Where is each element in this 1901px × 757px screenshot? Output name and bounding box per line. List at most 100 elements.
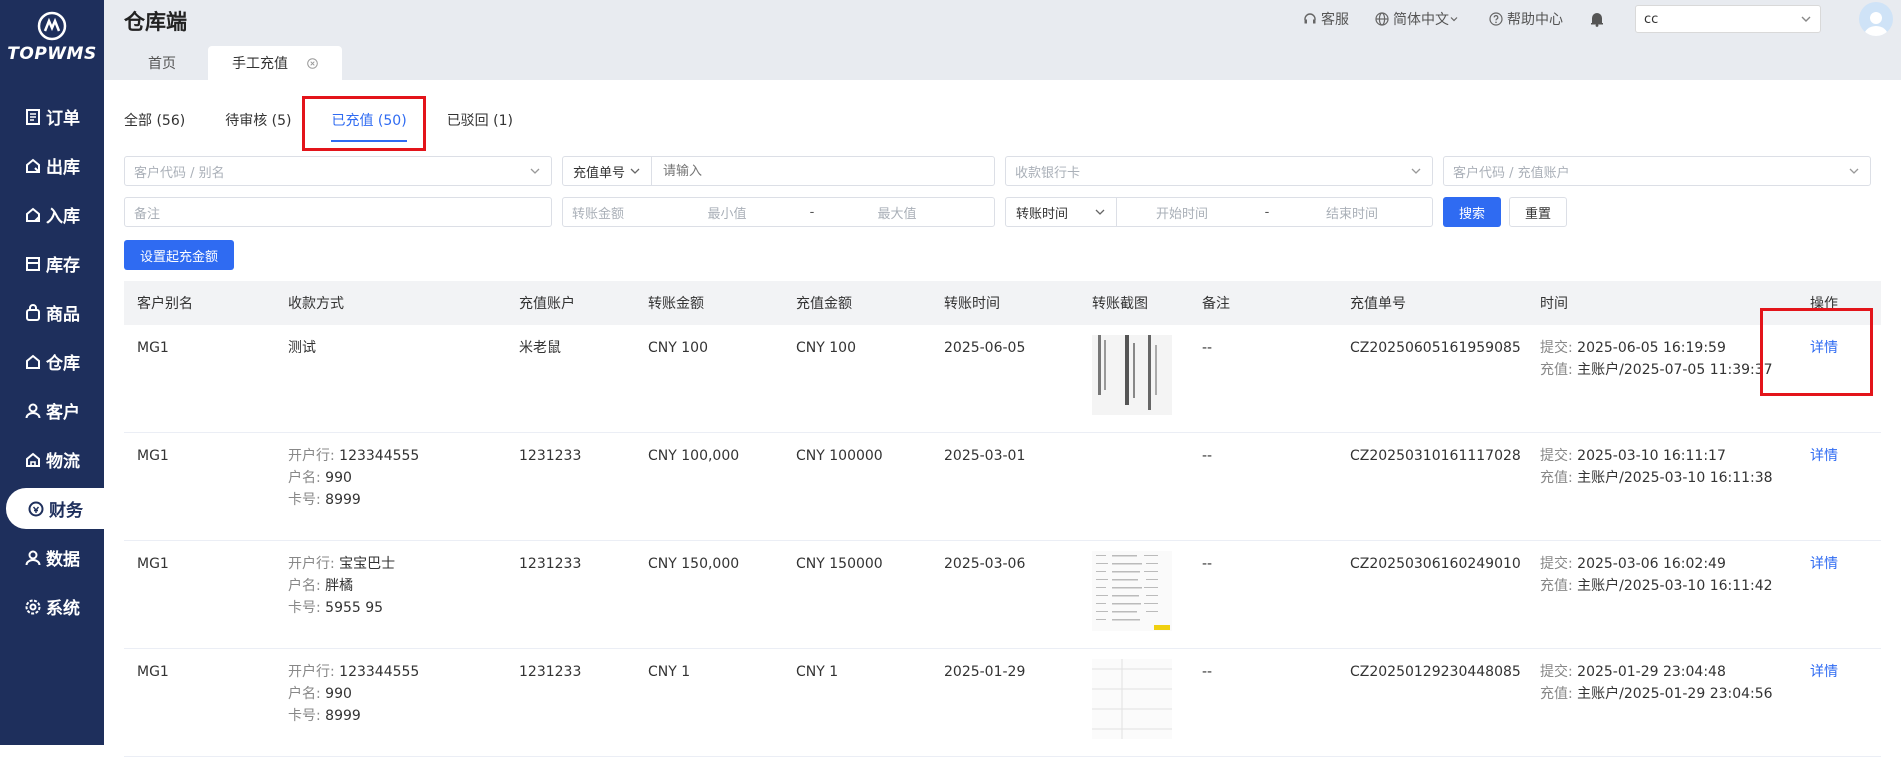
warehouse-select[interactable]: cc xyxy=(1635,5,1821,33)
card-label: 卡号: xyxy=(288,492,321,508)
cell-order-no: CZ20250605161959085 xyxy=(1350,340,1521,356)
start-date-input[interactable]: 开始时间 xyxy=(1117,203,1247,222)
col-order-no: 充值单号 xyxy=(1350,296,1406,312)
sidebar-item-logistics[interactable]: 物流 xyxy=(0,439,104,480)
globe-icon xyxy=(1375,12,1389,26)
sidebar-item-customers[interactable]: 客户 xyxy=(0,390,104,431)
transfer-screenshot-thumbnail[interactable] xyxy=(1092,335,1172,415)
tab-label: 手工充值 xyxy=(232,56,288,72)
sidebar-item-label: 系统 xyxy=(46,599,80,619)
chevron-down-icon xyxy=(1095,209,1105,215)
help-center-link[interactable]: 帮助中心 xyxy=(1489,9,1563,29)
cell-transfer-amount: CNY 150,000 xyxy=(648,556,740,572)
sidebar-item-label: 物流 xyxy=(46,452,80,472)
detail-link[interactable]: 详情 xyxy=(1810,553,1838,575)
customer-service-link[interactable]: 客服 xyxy=(1303,9,1349,29)
sidebar-item-label: 客户 xyxy=(46,403,80,423)
sidebar: TOPWMS 订单 出库 入库 库存 商品 仓库 客户 物流 财务 数据 系统 xyxy=(0,0,104,745)
sidebar-item-data[interactable]: 数据 xyxy=(0,537,104,578)
submit-label: 提交: xyxy=(1540,664,1573,680)
bank-card-select[interactable]: 收款银行卡 xyxy=(1005,156,1433,186)
holder-value: 990 xyxy=(325,470,352,486)
order-number-input[interactable] xyxy=(661,162,994,180)
end-date-input[interactable]: 结束时间 xyxy=(1287,203,1417,222)
amount-range-label: 转账金额 xyxy=(572,206,625,222)
recharge-label: 充值: xyxy=(1540,686,1573,702)
customer-service-label: 客服 xyxy=(1321,12,1349,28)
system-icon xyxy=(24,598,42,616)
header-tools: 客服 简体中文 帮助中心 cc xyxy=(1303,0,1901,38)
tab-all[interactable]: 全部 (56) xyxy=(124,110,185,142)
reset-button[interactable]: 重置 xyxy=(1509,197,1567,227)
main-content: 全部 (56) 待审核 (5) 已充值 (50) 已驳回 (1) 客户代码 / … xyxy=(104,80,1901,757)
close-icon[interactable] xyxy=(307,57,318,69)
cell-transfer-amount: CNY 100,000 xyxy=(648,448,740,464)
bank-value: 123344555 xyxy=(339,448,420,464)
col-recharge-amount: 充值金额 xyxy=(796,296,852,312)
card-value: 8999 xyxy=(325,708,361,724)
table-row: MG1 测试 米老鼠 CNY 100 CNY 100 2025-06-05 --… xyxy=(124,325,1881,433)
avatar[interactable] xyxy=(1859,2,1893,36)
tab-pending[interactable]: 待审核 (5) xyxy=(225,110,291,142)
cell-method: 开户行: 123344555 户名: 990 卡号: 8999 xyxy=(288,445,419,511)
customer-account-placeholder: 客户代码 / 充值账户 xyxy=(1453,165,1570,181)
col-screenshot: 转账截图 xyxy=(1092,296,1148,312)
notification-button[interactable] xyxy=(1589,11,1609,27)
top-header: 仓库端 客服 简体中文 帮助中心 cc 首页 手工充值 xyxy=(104,0,1901,80)
sidebar-item-warehouse[interactable]: 仓库 xyxy=(0,341,104,382)
tab-manual-recharge[interactable]: 手工充值 xyxy=(208,46,342,80)
cell-method: 开户行: 123344555 户名: 990 卡号: 8999 xyxy=(288,661,419,727)
search-button[interactable]: 搜索 xyxy=(1443,197,1501,227)
logo[interactable]: TOPWMS xyxy=(0,10,104,64)
cell-order-no: CZ20250310161117028 xyxy=(1350,448,1521,464)
cell-account: 1231233 xyxy=(519,556,582,572)
language-select[interactable]: 简体中文 xyxy=(1375,9,1463,29)
submit-time: 2025-03-06 16:02:49 xyxy=(1577,556,1726,572)
sidebar-item-system[interactable]: 系统 xyxy=(0,586,104,627)
order-type-select[interactable]: 充值单号 xyxy=(563,157,652,185)
recharge-time: 主账户/2025-01-29 23:04:56 xyxy=(1577,686,1773,702)
cell-method: 测试 xyxy=(288,340,316,356)
submit-time: 2025-06-05 16:19:59 xyxy=(1577,340,1726,356)
page-tabs: 首页 手工充值 xyxy=(124,46,350,80)
order-icon xyxy=(24,108,42,126)
customer-code-select[interactable]: 客户代码 / 别名 xyxy=(124,156,552,186)
sidebar-item-inbound[interactable]: 入库 xyxy=(0,194,104,235)
recharge-time: 主账户/2025-03-10 16:11:38 xyxy=(1577,470,1773,486)
cell-account: 1231233 xyxy=(519,664,582,680)
data-icon xyxy=(24,549,42,567)
cell-method: 开户行: 宝宝巴士 户名: 胖橘 卡号: 5955 95 xyxy=(288,553,395,619)
set-min-amount-button[interactable]: 设置起充金额 xyxy=(124,240,234,270)
bank-card-placeholder: 收款银行卡 xyxy=(1015,165,1081,181)
holder-label: 户名: xyxy=(288,470,321,486)
sidebar-item-products[interactable]: 商品 xyxy=(0,292,104,333)
sidebar-item-outbound[interactable]: 出库 xyxy=(0,145,104,186)
sidebar-item-inventory[interactable]: 库存 xyxy=(0,243,104,284)
time-type-select[interactable]: 转账时间 xyxy=(1006,198,1117,226)
remark-placeholder: 备注 xyxy=(134,206,161,222)
tab-label: 首页 xyxy=(148,56,176,72)
customer-account-select[interactable]: 客户代码 / 充值账户 xyxy=(1443,156,1871,186)
sidebar-item-label: 商品 xyxy=(46,305,80,325)
transfer-screenshot-thumbnail[interactable] xyxy=(1092,551,1172,631)
min-amount-input[interactable]: 最小值 xyxy=(672,203,782,222)
time-type-value: 转账时间 xyxy=(1016,206,1069,222)
tab-rejected[interactable]: 已驳回 (1) xyxy=(447,110,513,142)
detail-link[interactable]: 详情 xyxy=(1810,661,1838,683)
cell-transfer-time: 2025-03-06 xyxy=(944,556,1026,572)
cell-order-no: CZ20250129230448085 xyxy=(1350,664,1521,680)
detail-link[interactable]: 详情 xyxy=(1810,445,1838,467)
order-search-group: 充值单号 xyxy=(562,156,995,186)
table-header: 客户别名 收款方式 充值账户 转账金额 充值金额 转账时间 转账截图 备注 充值… xyxy=(124,281,1881,325)
sidebar-item-finance[interactable]: 财务 xyxy=(6,488,104,529)
chevron-down-icon xyxy=(530,168,540,174)
tab-home[interactable]: 首页 xyxy=(124,46,200,80)
transfer-screenshot-thumbnail[interactable] xyxy=(1092,659,1172,739)
max-amount-input[interactable]: 最大值 xyxy=(842,203,952,222)
remark-field[interactable]: 备注 xyxy=(124,197,552,227)
page-title: 仓库端 xyxy=(124,10,187,34)
cell-transfer-time: 2025-01-29 xyxy=(944,664,1026,680)
transfer-amount-range: 转账金额 最小值 - 最大值 xyxy=(562,197,995,227)
cell-account: 米老鼠 xyxy=(519,340,561,356)
sidebar-item-orders[interactable]: 订单 xyxy=(0,96,104,137)
